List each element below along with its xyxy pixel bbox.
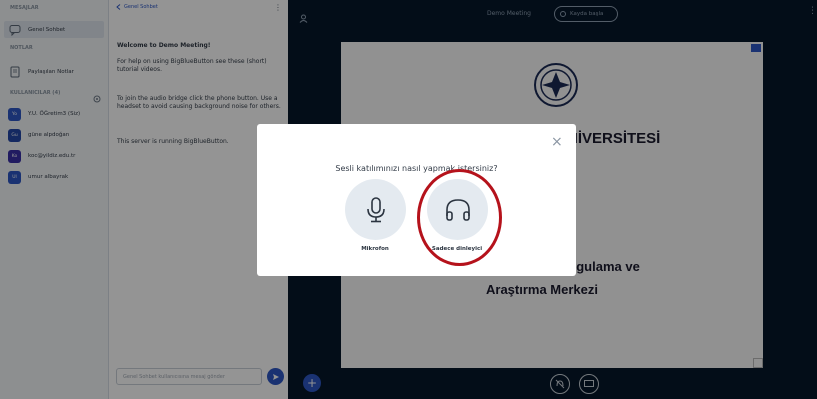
close-icon[interactable]: × <box>551 135 563 149</box>
microphone-button[interactable] <box>345 179 406 240</box>
audio-modal: × Sesli katılımınızı nasıl yapmak isters… <box>257 124 576 276</box>
microphone-icon <box>366 196 385 222</box>
microphone-label: Mikrofon <box>361 246 389 252</box>
highlight-circle <box>417 169 502 266</box>
audio-question: Sesli katılımınızı nasıl yapmak istersin… <box>335 164 498 173</box>
